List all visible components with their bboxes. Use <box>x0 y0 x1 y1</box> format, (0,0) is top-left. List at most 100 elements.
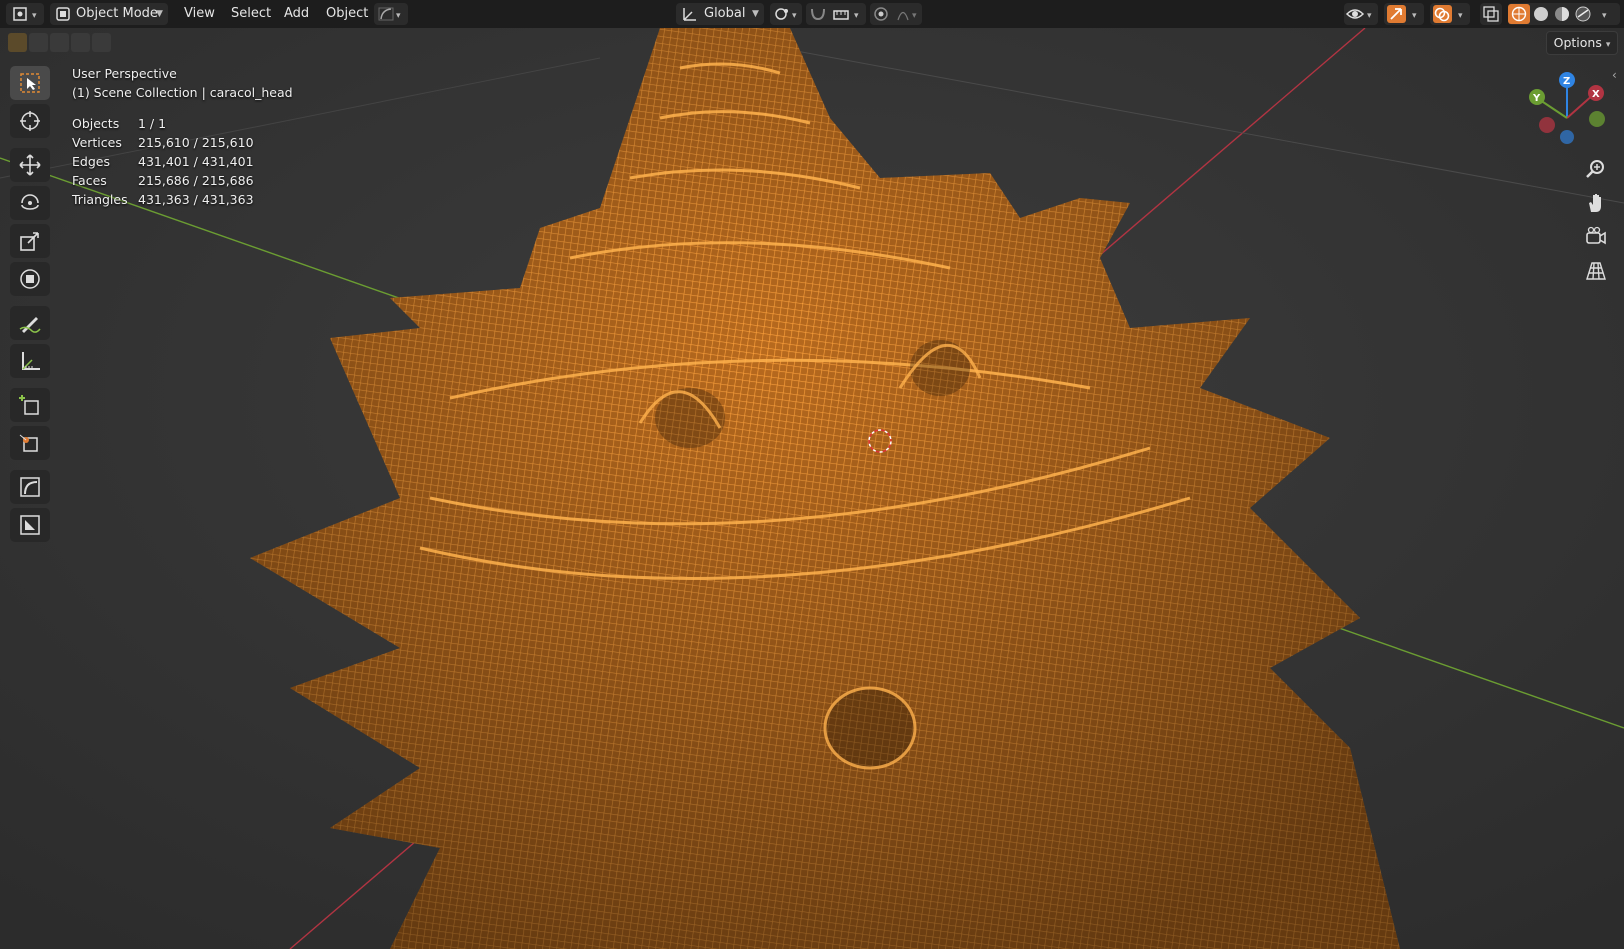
orientation-icon <box>683 8 696 21</box>
navigation-gizmo[interactable]: Z X Y <box>1515 68 1615 168</box>
hand-icon <box>1589 194 1601 212</box>
gizmo-neg-z-icon <box>1560 130 1574 144</box>
stat-row: Objects 1 / 1 <box>72 114 254 133</box>
proportional-icon: ▾ <box>874 7 917 21</box>
svg-text:▾: ▾ <box>396 11 401 21</box>
shear-icon <box>20 477 40 497</box>
menu-object[interactable]: Object <box>326 3 368 25</box>
svg-text:▾: ▾ <box>1602 11 1607 21</box>
editor-type-icon: ▾ <box>13 7 37 21</box>
annotate-icon <box>19 317 41 333</box>
svg-text:▾: ▾ <box>1367 11 1372 21</box>
tool-rotate[interactable] <box>10 186 50 220</box>
gizmo-toggle-icon: ▾ <box>1387 5 1417 23</box>
orientation-dropdown[interactable]: Global ▼ <box>676 3 764 25</box>
tool-annotate[interactable] <box>10 306 50 340</box>
menu-select[interactable]: Select <box>231 3 271 25</box>
tool-select-box[interactable] <box>10 66 50 100</box>
gizmo-neg-x-icon <box>1539 117 1555 133</box>
3d-viewport[interactable]: Options ▾ User Perspective (1) Scene Col… <box>0 28 1624 949</box>
proportional-editing[interactable]: ▾ <box>870 3 922 25</box>
stat-value: 215,686 / 215,686 <box>138 173 254 188</box>
view-name: User Perspective <box>72 66 177 81</box>
svg-text:▾: ▾ <box>854 11 859 21</box>
zoom-icon <box>1586 160 1604 178</box>
navigation-tools <box>1580 154 1616 290</box>
editor-type-button[interactable]: ▾ <box>6 3 44 25</box>
menu-add[interactable]: Add <box>284 3 309 25</box>
stat-label: Triangles <box>72 192 128 207</box>
sidebar-toggle-icon[interactable]: ‹ <box>1612 68 1617 82</box>
xray-icon <box>1483 6 1499 22</box>
stat-row: Edges 431,401 / 431,401 <box>72 152 254 171</box>
add-cube-icon <box>19 395 39 415</box>
stat-row: Faces 215,686 / 215,686 <box>72 171 254 190</box>
perspective-toggle[interactable] <box>1580 256 1612 286</box>
move-icon <box>19 154 41 176</box>
svg-text:▾: ▾ <box>792 11 797 21</box>
select-difference-icon[interactable] <box>71 33 90 52</box>
options-dropdown[interactable]: Options ▾ <box>1546 31 1618 55</box>
options-label: Options <box>1553 35 1602 50</box>
pan-button[interactable] <box>1580 188 1612 218</box>
shading-icons: ▾ <box>1508 4 1607 24</box>
gizmo-x-label: X <box>1592 89 1600 100</box>
gizmo-y-label: Y <box>1532 93 1541 104</box>
visibility-dropdown[interactable]: ▾ <box>1344 3 1378 25</box>
select-subtract-icon[interactable] <box>50 33 69 52</box>
viewport-header: ▾ Object Mode ▼ View Select Add Object ▾… <box>0 0 1624 28</box>
pivot-dropdown[interactable]: ▾ <box>770 3 802 25</box>
svg-text:▾: ▾ <box>1458 11 1463 21</box>
overlays-dropdown[interactable]: ▾ <box>1430 3 1470 25</box>
transform-icon <box>20 269 40 289</box>
menu-view[interactable]: View <box>184 3 215 25</box>
gp-layer-dropdown[interactable]: ▾ <box>374 3 408 25</box>
curve-icon: ▾ <box>378 7 401 21</box>
tool-move[interactable] <box>10 148 50 182</box>
stat-value: 1 / 1 <box>138 116 167 131</box>
chevron-down-icon: ▼ <box>156 9 163 19</box>
pivot-icon: ▾ <box>775 8 797 21</box>
tool-extrude[interactable] <box>10 508 50 542</box>
measure-icon <box>22 352 40 370</box>
rotate-icon <box>21 194 39 210</box>
xray-toggle[interactable] <box>1480 3 1502 25</box>
tool-transform[interactable] <box>10 262 50 296</box>
scene-statistics: Objects 1 / 1 Vertices 215,610 / 215,610 E… <box>72 114 254 209</box>
chevron-down-icon: ▼ <box>752 9 759 19</box>
tool-add-cube[interactable] <box>10 388 50 422</box>
camera-view-button[interactable] <box>1580 222 1612 252</box>
extrude-icon <box>20 515 40 535</box>
tool-transform-origin[interactable] <box>10 426 50 460</box>
zoom-button[interactable] <box>1580 154 1612 184</box>
cursor-icon <box>20 111 40 131</box>
overlays-icon: ▾ <box>1433 5 1463 23</box>
stat-value: 431,401 / 431,401 <box>138 154 254 169</box>
shading-group[interactable]: ▾ <box>1508 3 1620 25</box>
tool-shelf <box>8 66 52 546</box>
mode-label: Object Mode <box>76 6 158 21</box>
stat-label: Vertices <box>72 135 122 150</box>
select-mode-group <box>8 33 111 52</box>
collection-path: (1) Scene Collection | caracol_head <box>72 85 293 100</box>
mode-dropdown[interactable]: Object Mode ▼ <box>50 3 168 25</box>
gizmo-dropdown[interactable]: ▾ <box>1384 3 1424 25</box>
snap-group[interactable]: ▾ <box>806 3 866 25</box>
viewport-info: User Perspective (1) Scene Collection | … <box>72 64 293 102</box>
snap-icon: ▾ <box>811 8 859 21</box>
svg-text:▾: ▾ <box>1412 11 1417 21</box>
tool-measure[interactable] <box>10 344 50 378</box>
stat-label: Edges <box>72 154 110 169</box>
stat-value: 431,363 / 431,363 <box>138 192 254 207</box>
tool-scale[interactable] <box>10 224 50 258</box>
scale-icon <box>20 232 39 251</box>
stat-value: 215,610 / 215,610 <box>138 135 254 150</box>
select-intersect-icon[interactable] <box>92 33 111 52</box>
gizmo-neg-y-icon <box>1589 111 1605 127</box>
tool-shear[interactable] <box>10 470 50 504</box>
eye-icon: ▾ <box>1345 9 1372 21</box>
transform-origin-icon <box>19 434 38 452</box>
tool-cursor[interactable] <box>10 104 50 138</box>
select-new-icon[interactable] <box>8 33 27 52</box>
select-extend-icon[interactable] <box>29 33 48 52</box>
